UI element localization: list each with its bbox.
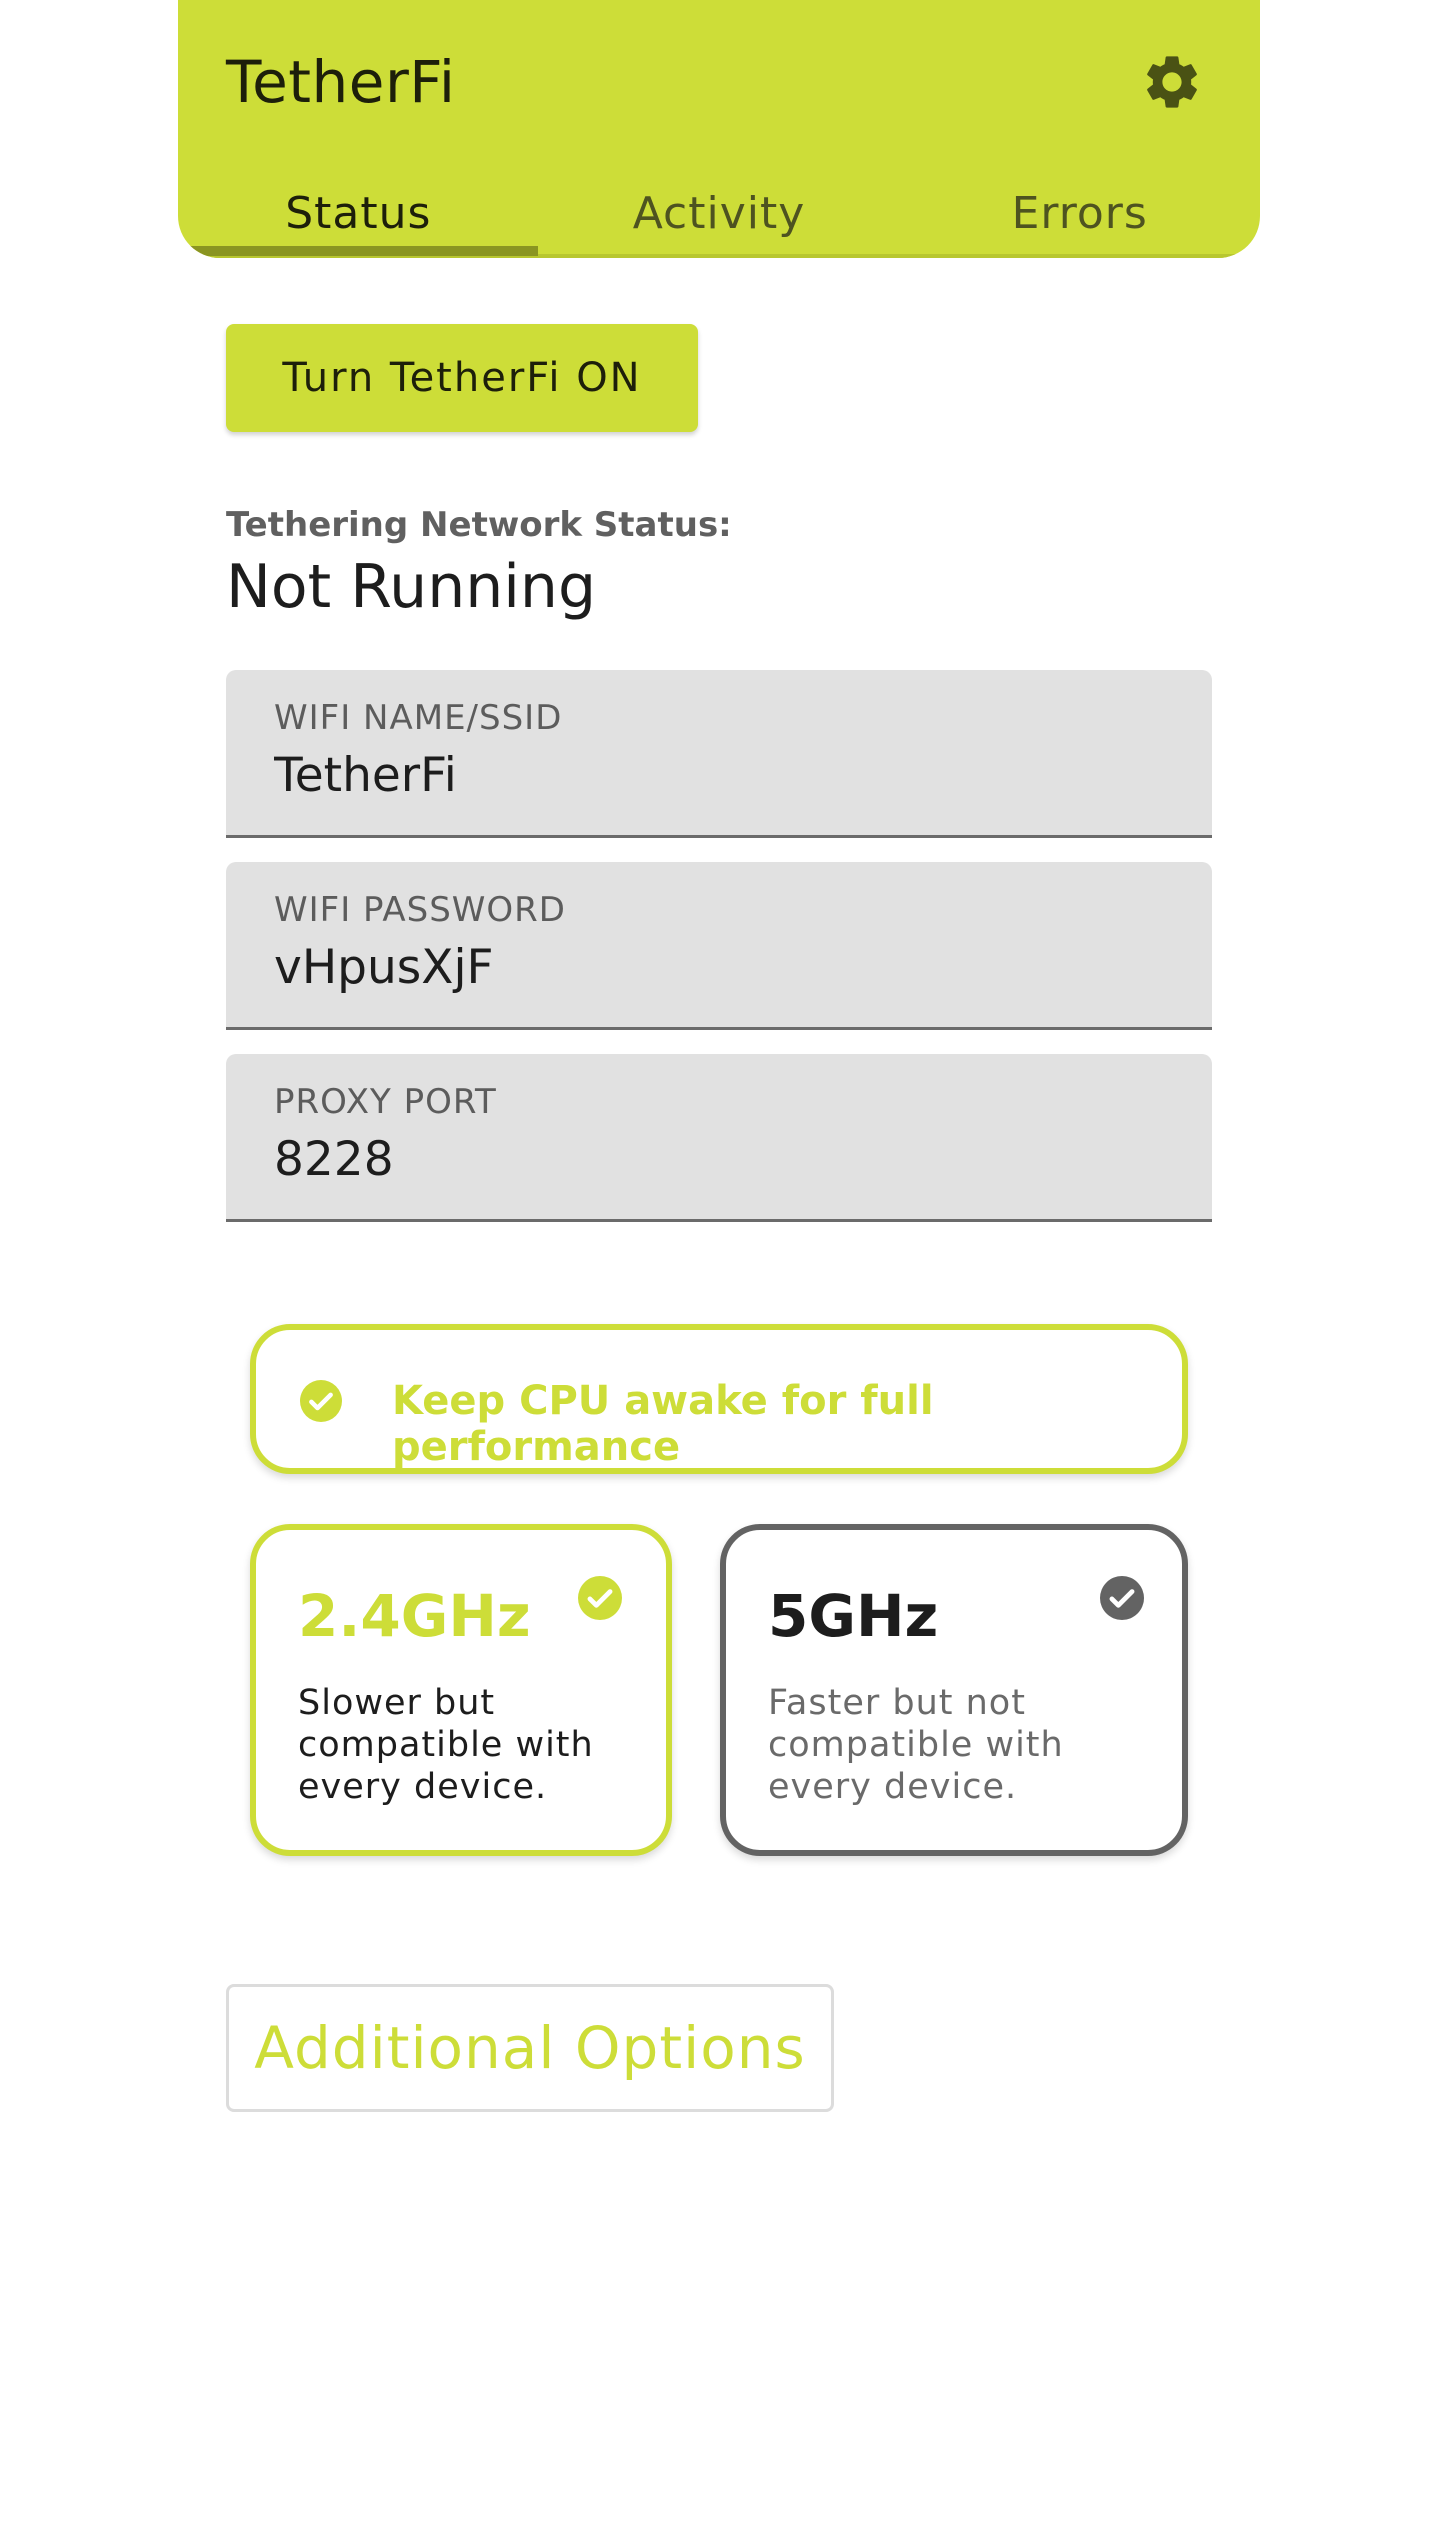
status-value: Not Running [226, 552, 597, 622]
tab-activity[interactable]: Activity [539, 180, 900, 258]
band-5ghz-card[interactable]: 5GHz Faster but not compatible with ever… [720, 1524, 1188, 1856]
band-24ghz-title: 2.4GHz [298, 1582, 531, 1650]
top-app-bar: TetherFi Status Activity Errors [178, 0, 1260, 258]
ssid-field-label: WIFI NAME/SSID [274, 698, 563, 738]
ssid-input[interactable] [274, 748, 1154, 803]
ssid-field[interactable]: WIFI NAME/SSID [226, 670, 1212, 838]
band-5ghz-description: Faster but not compatible with every dev… [768, 1683, 1064, 1807]
port-input[interactable] [274, 1132, 1154, 1187]
check-circle-icon [300, 1380, 342, 1422]
tab-errors[interactable]: Errors [899, 180, 1260, 258]
port-field-label: PROXY PORT [274, 1082, 497, 1122]
password-input[interactable] [274, 940, 1154, 995]
app-root: TetherFi Status Activity Errors Turn Tet… [178, 0, 1260, 2546]
toggle-tetherfi-button[interactable]: Turn TetherFi ON [226, 324, 698, 432]
status-label: Tethering Network Status: [226, 505, 732, 545]
check-circle-icon [578, 1576, 622, 1620]
app-title: TetherFi [226, 48, 456, 116]
port-field[interactable]: PROXY PORT [226, 1054, 1212, 1222]
password-field[interactable]: WIFI PASSWORD [226, 862, 1212, 1030]
keep-cpu-awake-toggle[interactable]: Keep CPU awake for full performance [250, 1324, 1188, 1474]
band-5ghz-title: 5GHz [768, 1582, 939, 1650]
additional-options-button[interactable]: Additional Options [226, 1984, 834, 2112]
band-24ghz-description: Slower but compatible with every device. [298, 1683, 594, 1807]
check-circle-icon [1100, 1576, 1144, 1620]
password-field-label: WIFI PASSWORD [274, 890, 566, 930]
band-24ghz-card[interactable]: 2.4GHz Slower but compatible with every … [250, 1524, 672, 1856]
tab-active-indicator [178, 246, 538, 256]
gear-icon[interactable] [1140, 50, 1204, 114]
keep-cpu-awake-label: Keep CPU awake for full performance [392, 1378, 934, 1470]
